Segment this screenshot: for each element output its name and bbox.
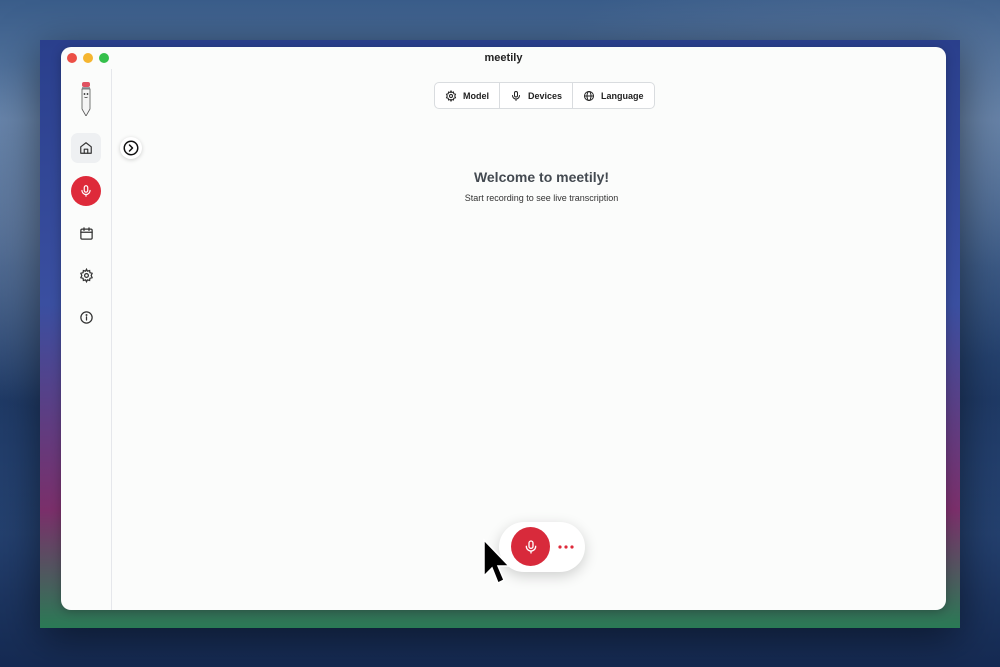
sidebar-item-info[interactable] bbox=[71, 302, 101, 332]
app-logo bbox=[81, 82, 91, 116]
sidebar-item-home[interactable] bbox=[71, 133, 101, 163]
minimize-window-button[interactable] bbox=[83, 53, 93, 63]
window-title: meetily bbox=[484, 52, 523, 64]
microphone-icon bbox=[512, 90, 520, 101]
welcome-panel: Welcome to meetily! Start recording to s… bbox=[434, 169, 649, 203]
title-bar: meetily bbox=[61, 47, 946, 69]
sidebar-item-settings[interactable] bbox=[71, 260, 101, 290]
language-label: Language bbox=[601, 90, 644, 101]
sidebar-item-calendar[interactable] bbox=[71, 218, 101, 248]
globe-icon bbox=[584, 90, 595, 101]
devices-button[interactable]: Devices bbox=[499, 83, 572, 108]
sidebar-item-record[interactable] bbox=[71, 176, 101, 206]
home-icon bbox=[80, 142, 92, 154]
app-window: meetily bbox=[61, 47, 946, 610]
info-icon bbox=[79, 310, 93, 324]
model-button[interactable]: Model bbox=[435, 83, 499, 108]
model-label: Model bbox=[463, 90, 489, 101]
devices-label: Devices bbox=[528, 90, 563, 101]
more-options-button[interactable] bbox=[555, 538, 577, 556]
sidebar bbox=[61, 69, 112, 610]
expand-sidebar-button[interactable] bbox=[120, 137, 142, 159]
mouse-cursor-icon bbox=[483, 538, 511, 585]
welcome-title: Welcome to meetily! bbox=[473, 169, 610, 185]
chevron-right-circle-icon bbox=[123, 140, 139, 156]
maximize-window-button[interactable] bbox=[99, 53, 109, 63]
gear-icon bbox=[79, 267, 93, 283]
start-recording-button[interactable] bbox=[511, 527, 550, 566]
microphone-icon bbox=[525, 539, 536, 554]
window-controls bbox=[67, 53, 109, 63]
microphone-icon bbox=[81, 185, 91, 197]
more-dots-icon bbox=[558, 545, 574, 549]
language-button[interactable]: Language bbox=[572, 83, 654, 108]
welcome-subtitle: Start recording to see live transcriptio… bbox=[464, 193, 619, 203]
calendar-icon bbox=[79, 226, 93, 240]
gear-icon bbox=[445, 89, 457, 102]
settings-toolbar: Model Devices Language bbox=[434, 82, 655, 109]
close-window-button[interactable] bbox=[67, 53, 77, 63]
